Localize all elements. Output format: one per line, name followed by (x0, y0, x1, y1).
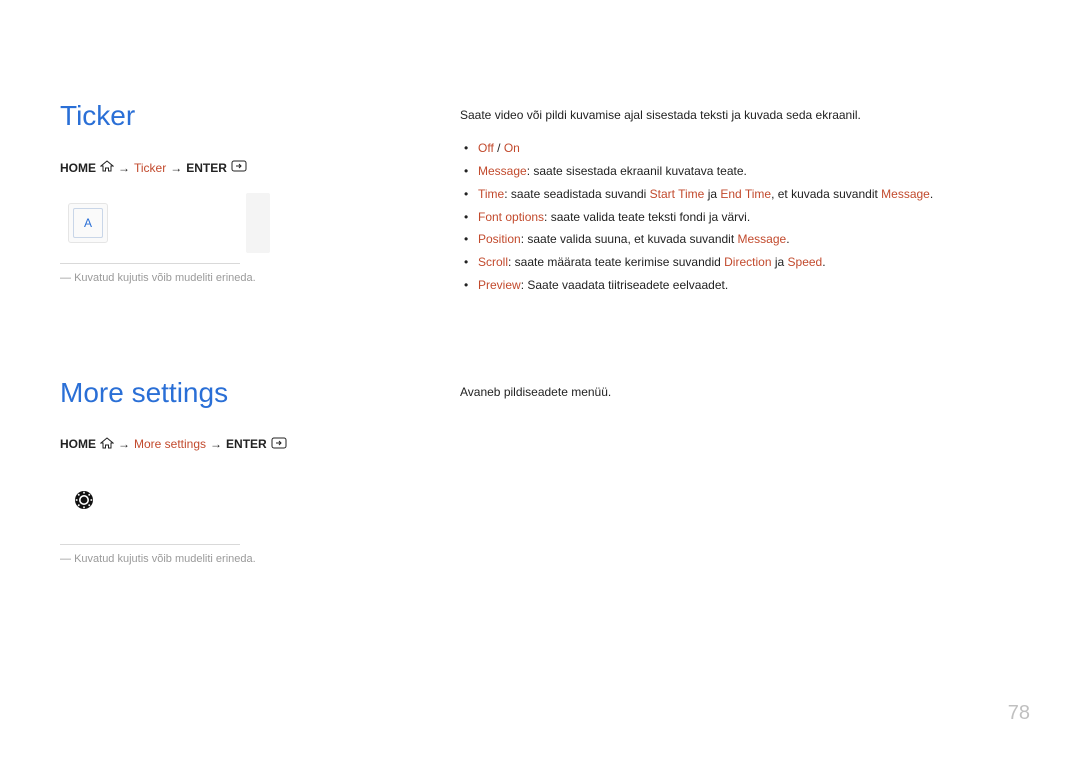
breadcrumb-arrow: → (118, 437, 130, 451)
more-desc: Avaneb pildiseadete menüü. (460, 383, 1020, 402)
position-label: Position (478, 232, 521, 246)
font-text: : saate valida teate teksti fondi ja vär… (544, 210, 750, 224)
time-label: Time (478, 187, 504, 201)
item-font: Font options: saate valida teate teksti … (478, 206, 1020, 229)
more-graphic (60, 470, 270, 530)
ticker-heading: Ticker (60, 100, 400, 132)
font-label: Font options (478, 210, 544, 224)
item-scroll: Scroll: saate määrata teate kerimise suv… (478, 251, 1020, 274)
item-preview: Preview: Saate vaadata tiitriseadete eel… (478, 274, 1020, 297)
ticker-items: Off / On Message: saate sisestada ekraan… (460, 137, 1020, 297)
breadcrumb-enter: ENTER (186, 161, 227, 175)
ticker-breadcrumb: HOME → Ticker → ENTER (60, 160, 400, 175)
time-t1: : saate seadistada suvandi (504, 187, 649, 201)
preview-text: : Saate vaadata tiitriseadete eelvaadet. (521, 278, 728, 292)
breadcrumb-home: HOME (60, 161, 96, 175)
position-t1: : saate valida suuna, et kuvada suvandit (521, 232, 738, 246)
scroll-dir: Direction (724, 255, 771, 269)
section-ticker: Ticker HOME → Ticker → ENTER A (60, 100, 1020, 297)
preview-label: Preview (478, 278, 521, 292)
item-time: Time: saate seadistada suvandi Start Tim… (478, 183, 1020, 206)
breadcrumb-enter: ENTER (226, 437, 267, 451)
ticker-note: ― Kuvatud kujutis võib mudeliti erineda. (60, 272, 400, 284)
item-position: Position: saate valida suuna, et kuvada … (478, 228, 1020, 251)
note-prefix: ― (60, 553, 71, 565)
enter-icon (271, 437, 287, 452)
gear-icon (72, 488, 96, 512)
breadcrumb-item: More settings (134, 437, 206, 451)
more-breadcrumb: HOME → More settings → ENTER (60, 437, 400, 452)
breadcrumb-arrow: → (118, 161, 130, 175)
ticker-right-col: Saate video või pildi kuvamise ajal sise… (460, 100, 1020, 297)
scroll-t3: . (822, 255, 825, 269)
item-off-on: Off / On (478, 137, 1020, 160)
home-icon (100, 160, 114, 175)
breadcrumb-home: HOME (60, 437, 96, 451)
message-label: Message (478, 164, 527, 178)
time-end: End Time (720, 187, 771, 201)
breadcrumb-arrow: → (170, 161, 182, 175)
ticker-desc: Saate video või pildi kuvamise ajal sise… (460, 106, 1020, 125)
more-heading: More settings (60, 377, 400, 409)
message-text: : saate sisestada ekraanil kuvatava teat… (527, 164, 747, 178)
scroll-speed: Speed (788, 255, 823, 269)
note-prefix: ― (60, 272, 71, 284)
ticker-graphic: A (60, 193, 270, 253)
home-icon (100, 437, 114, 452)
time-t2: ja (704, 187, 720, 201)
scroll-t2: ja (772, 255, 788, 269)
sep: / (494, 141, 504, 155)
page: Ticker HOME → Ticker → ENTER A (60, 100, 1020, 565)
breadcrumb-item: Ticker (134, 161, 166, 175)
time-msg: Message (881, 187, 930, 201)
on-label: On (504, 141, 520, 155)
note-text: Kuvatud kujutis võib mudeliti erineda. (74, 272, 256, 284)
divider (60, 263, 240, 264)
more-right-col: Avaneb pildiseadete menüü. (460, 377, 1020, 565)
enter-icon (231, 160, 247, 175)
section-more-settings: More settings HOME → More settings → ENT… (60, 377, 1020, 565)
position-t2: . (786, 232, 789, 246)
ticker-left-col: Ticker HOME → Ticker → ENTER A (60, 100, 400, 297)
ticker-box-inner: A (73, 208, 103, 238)
divider (60, 544, 240, 545)
ticker-box-outer: A (68, 203, 108, 243)
item-message: Message: saate sisestada ekraanil kuvata… (478, 160, 1020, 183)
position-msg: Message (738, 232, 787, 246)
note-text: Kuvatud kujutis võib mudeliti erineda. (74, 553, 256, 565)
time-start: Start Time (650, 187, 705, 201)
page-number: 78 (1008, 702, 1030, 725)
more-left-col: More settings HOME → More settings → ENT… (60, 377, 400, 565)
scroll-t1: : saate määrata teate kerimise suvandid (508, 255, 724, 269)
off-label: Off (478, 141, 494, 155)
time-t3: , et kuvada suvandit (771, 187, 881, 201)
scroll-label: Scroll (478, 255, 508, 269)
more-note: ― Kuvatud kujutis võib mudeliti erineda. (60, 553, 400, 565)
breadcrumb-arrow: → (210, 437, 222, 451)
ticker-side-bar (246, 193, 270, 253)
time-t4: . (930, 187, 933, 201)
